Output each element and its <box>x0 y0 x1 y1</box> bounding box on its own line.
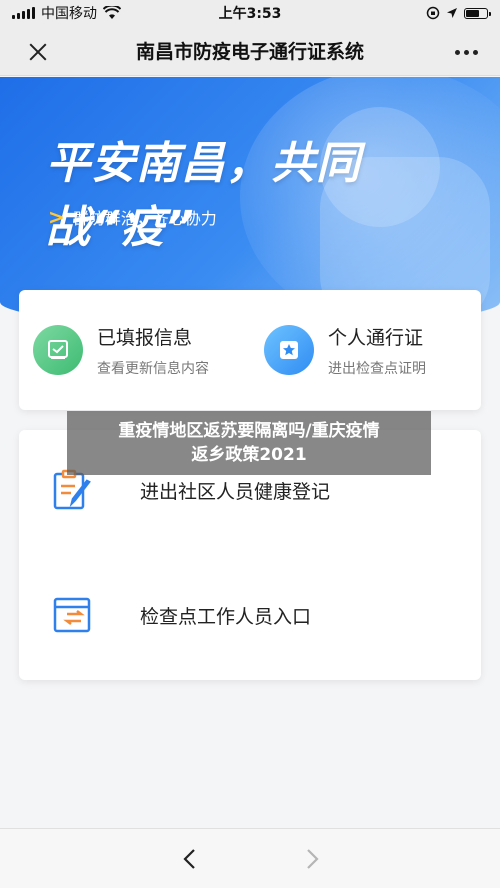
signal-icon <box>12 7 35 19</box>
quick-actions-card: 已填报信息 查看更新信息内容 个人通行证 进出检查点证明 <box>19 290 481 410</box>
overlay-line-2: 返乡政策2021 <box>191 445 307 465</box>
status-right <box>426 6 491 20</box>
wifi-icon <box>103 6 121 19</box>
battery-icon <box>464 7 491 19</box>
location-icon <box>447 8 457 18</box>
browser-toolbar <box>0 828 500 888</box>
back-arrow-icon[interactable] <box>176 845 204 873</box>
checklist-icon <box>33 325 83 375</box>
overlay-line-1: 重疫情地区返苏要隔离吗/重庆疫情 <box>118 421 380 441</box>
orientation-lock-icon <box>426 6 440 20</box>
nav-bar: 南昌市防疫电子通行证系统 <box>0 26 500 76</box>
more-icon[interactable] <box>455 40 478 64</box>
checkpoint-entry-icon <box>53 597 91 633</box>
carrier-label: 中国移动 <box>41 6 97 22</box>
overlay-caption: 重疫情地区返苏要隔离吗/重庆疫情 返乡政策2021 <box>67 411 431 475</box>
banner-subtitle: 群防群治，齐心协力 <box>72 209 217 228</box>
personal-pass-title: 个人通行证 <box>328 326 424 349</box>
checkpoint-staff-label: 检查点工作人员入口 <box>140 605 312 628</box>
close-icon[interactable] <box>22 36 54 68</box>
personal-pass-text: 个人通行证 进出检查点证明 <box>328 323 426 378</box>
personal-pass-button[interactable]: 个人通行证 进出检查点证明 <box>250 290 481 410</box>
list-item-checkpoint-staff[interactable]: 检查点工作人员入口 <box>19 570 481 660</box>
status-left: 中国移动 <box>12 3 121 23</box>
star-badge-icon <box>264 325 314 375</box>
status-bar: 中国移动 上午3:53 <box>0 0 500 26</box>
filled-info-text: 已填报信息 查看更新信息内容 <box>97 323 209 378</box>
chevron-right-icon: > <box>48 205 65 229</box>
banner-title: 平安南昌，共同战“疫” <box>46 138 361 253</box>
personal-pass-subtitle: 进出检查点证明 <box>328 360 426 377</box>
banner-subtitle-row: > 群防群治，齐心协力 <box>48 205 217 229</box>
filled-info-title: 已填报信息 <box>97 326 193 349</box>
forward-arrow-icon[interactable] <box>298 845 326 873</box>
filled-info-button[interactable]: 已填报信息 查看更新信息内容 <box>19 290 250 410</box>
health-registration-label: 进出社区人员健康登记 <box>140 480 331 503</box>
page-title: 南昌市防疫电子通行证系统 <box>135 41 364 63</box>
filled-info-subtitle: 查看更新信息内容 <box>97 360 209 377</box>
